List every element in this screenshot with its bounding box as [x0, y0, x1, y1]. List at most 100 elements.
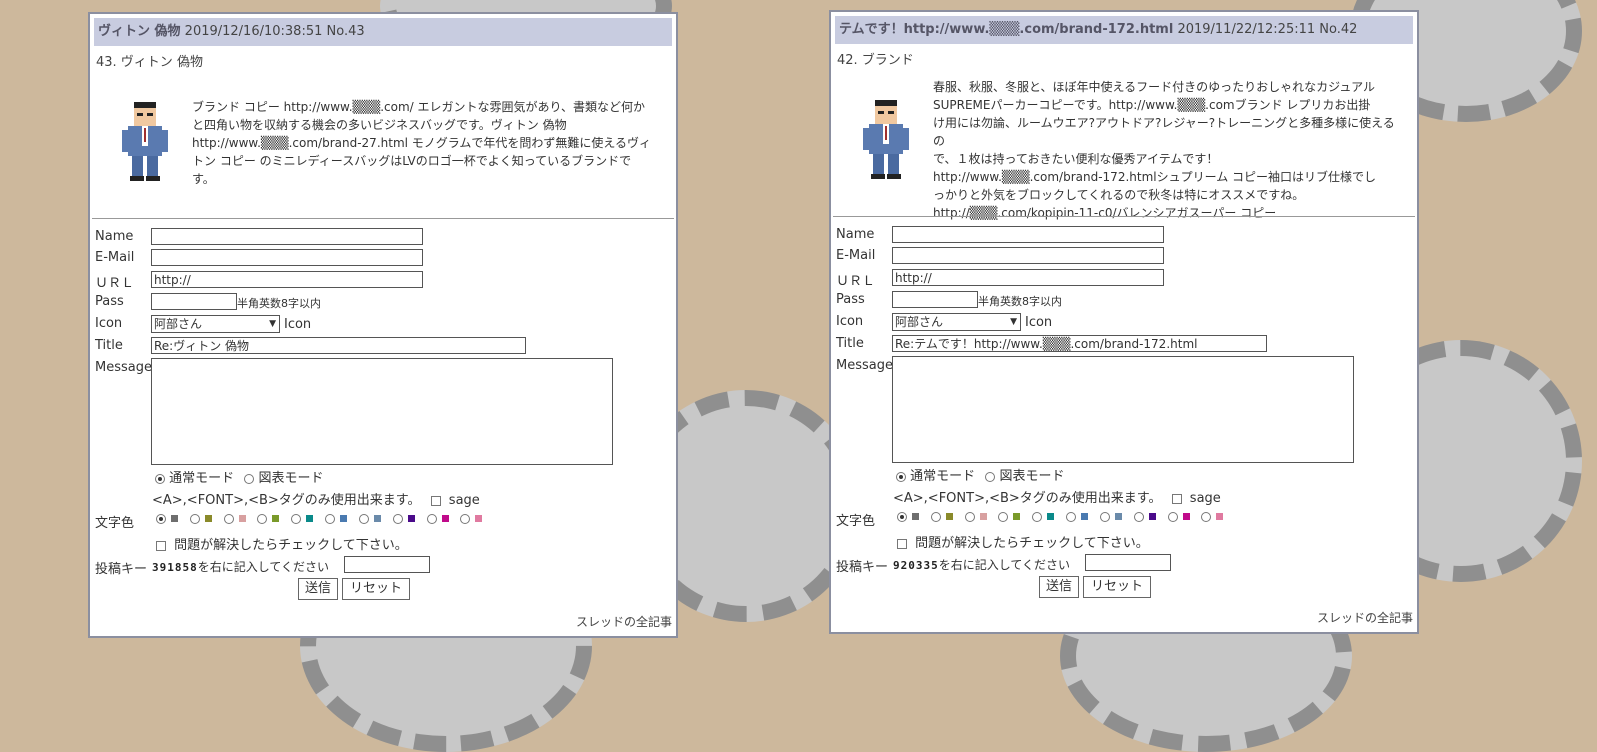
key-label: 投稿キー — [836, 560, 889, 575]
submit-button[interactable]: 送信 — [298, 578, 338, 600]
color-options — [897, 509, 1231, 523]
post-body-line: す。 — [192, 172, 215, 186]
email-label: E-Mail — [836, 248, 876, 263]
color-swatch — [238, 515, 246, 522]
title-input[interactable] — [151, 337, 526, 354]
sage-label: sage — [1189, 491, 1221, 506]
color-radio[interactable] — [291, 513, 302, 524]
post-header-title: ヴィトン 偽物 — [98, 24, 181, 39]
sage-checkbox[interactable] — [430, 495, 441, 506]
icon-select-value: 阿部さん — [154, 317, 203, 331]
captcha-code: 920335 — [893, 559, 939, 572]
icon-suffix: Icon — [284, 317, 312, 332]
color-radio[interactable] — [426, 513, 437, 524]
icon-select[interactable]: 阿部さん ▼ — [151, 315, 280, 333]
post-header-title: テムです！http://www.▒▒▒.com/brand-172.html — [839, 22, 1174, 37]
pass-input[interactable] — [151, 293, 237, 310]
captcha-code: 391858 — [152, 561, 198, 574]
chevron-down-icon: ▼ — [269, 319, 276, 329]
mode-normal-label: 通常モード — [169, 471, 235, 486]
color-radio[interactable] — [460, 513, 471, 524]
submit-button[interactable]: 送信 — [1039, 576, 1079, 598]
post-body-line: ブランド コピー http://www.▒▒▒.com/ エレガントな雰囲気があ… — [192, 100, 646, 114]
color-options — [156, 511, 490, 525]
title-input[interactable] — [892, 335, 1267, 352]
color-swatch — [1013, 513, 1021, 520]
mode-table-radio[interactable] — [244, 473, 255, 484]
title-label: Title — [836, 336, 864, 351]
post-body-line: で、１枚は持っておきたい便利な優秀アイテムです！ — [933, 152, 1219, 166]
color-swatch — [1081, 513, 1089, 520]
color-radio[interactable] — [1099, 511, 1110, 522]
color-radio[interactable] — [223, 513, 234, 524]
color-radio[interactable] — [998, 511, 1009, 522]
post-panel-43: ヴィトン 偽物 2019/12/16/10:38:51 No.43 43. ヴィ… — [88, 12, 678, 638]
sage-checkbox[interactable] — [1171, 493, 1182, 504]
key-hint: を右に記入してください — [197, 560, 330, 574]
email-input[interactable] — [892, 247, 1164, 264]
color-radio[interactable] — [1133, 511, 1144, 522]
tags-note-row: <A>,<FONT>,<B>タグのみ使用出来ます。 sage — [893, 487, 1221, 506]
mode-table-label: 図表モード — [258, 471, 324, 486]
thread-all-link[interactable]: スレッドの全記事 — [576, 613, 672, 630]
color-radio[interactable] — [1201, 511, 1212, 522]
icon-select[interactable]: 阿部さん ▼ — [892, 313, 1021, 331]
post-body-line: トン コピー のミニレディースバッグはLVのロゴ一杯でよく知っているブランドで — [192, 154, 632, 168]
mode-normal-radio[interactable] — [155, 473, 165, 484]
icon-label: Icon — [95, 316, 123, 331]
tags-note-row: <A>,<FONT>,<B>タグのみ使用出来ます。 sage — [152, 489, 480, 508]
name-input[interactable] — [151, 228, 423, 245]
pass-input[interactable] — [892, 291, 978, 308]
icon-suffix: Icon — [1025, 315, 1053, 330]
color-radio[interactable] — [964, 511, 975, 522]
message-textarea[interactable] — [892, 356, 1354, 463]
color-swatch — [1047, 513, 1055, 520]
mode-normal-radio[interactable] — [896, 471, 906, 482]
color-swatch — [441, 515, 449, 522]
resolved-label: 問題が解決したらチェックして下さい。 — [915, 536, 1149, 551]
color-radio[interactable] — [897, 511, 907, 522]
post-body-line: と四角い物を収納する機会の多いビジネスバッグです。ヴィトン 偽物 — [192, 118, 567, 132]
key-input[interactable] — [1085, 554, 1171, 571]
color-radio[interactable] — [156, 513, 166, 524]
color-radio[interactable] — [1066, 511, 1077, 522]
thread-all-link[interactable]: スレッドの全記事 — [1317, 609, 1413, 626]
post-body: 春服、秋服、冬服と、ほぼ年中使えるフード付きのゆったりおしゃれなカジュアル SU… — [933, 78, 1403, 222]
pass-hint: 半角英数8字以内 — [237, 297, 321, 310]
message-textarea[interactable] — [151, 358, 613, 465]
resolved-checkbox[interactable] — [156, 540, 166, 551]
reset-button[interactable]: リセット — [1083, 576, 1151, 598]
color-radio[interactable] — [392, 513, 403, 524]
post-body-line: http://www.▒▒▒.com/brand-172.htmlシュプリーム … — [933, 170, 1377, 184]
key-input[interactable] — [344, 556, 430, 573]
color-radio[interactable] — [257, 513, 268, 524]
mode-table-radio[interactable] — [985, 471, 996, 482]
post-header-meta: 2019/12/16/10:38:51 No.43 — [184, 24, 365, 39]
url-input[interactable] — [892, 269, 1164, 286]
color-radio[interactable] — [1032, 511, 1043, 522]
email-input[interactable] — [151, 249, 423, 266]
color-radio[interactable] — [325, 513, 336, 524]
message-label: Message — [836, 358, 893, 373]
pass-hint: 半角英数8字以内 — [978, 295, 1062, 308]
color-swatch — [272, 515, 280, 522]
reset-button[interactable]: リセット — [342, 578, 410, 600]
post-panel-42: テムです！http://www.▒▒▒.com/brand-172.html 2… — [829, 10, 1419, 634]
post-body-line: け用には勿論、ルームウエア?アウトドア?レジャー?トレーニングと多種多様に使える… — [933, 116, 1395, 148]
post-subtitle: 42. ブランド — [837, 53, 914, 68]
color-swatch — [1148, 513, 1156, 520]
color-radio[interactable] — [930, 511, 941, 522]
color-radio[interactable] — [1167, 511, 1178, 522]
sage-label: sage — [448, 493, 480, 508]
resolved-checkbox[interactable] — [897, 538, 907, 549]
post-body-line: http://www.▒▒▒.com/brand-27.html モノグラムで年… — [192, 136, 652, 150]
post-subtitle: 43. ヴィトン 偽物 — [96, 55, 203, 70]
color-label: 文字色 — [836, 514, 876, 529]
name-input[interactable] — [892, 226, 1164, 243]
color-radio[interactable] — [189, 513, 200, 524]
icon-label: Icon — [836, 314, 864, 329]
color-radio[interactable] — [358, 513, 369, 524]
post-body-line: 春服、秋服、冬服と、ほぼ年中使えるフード付きのゆったりおしゃれなカジュアル — [933, 80, 1375, 94]
color-swatch — [912, 513, 919, 520]
url-input[interactable] — [151, 271, 423, 288]
